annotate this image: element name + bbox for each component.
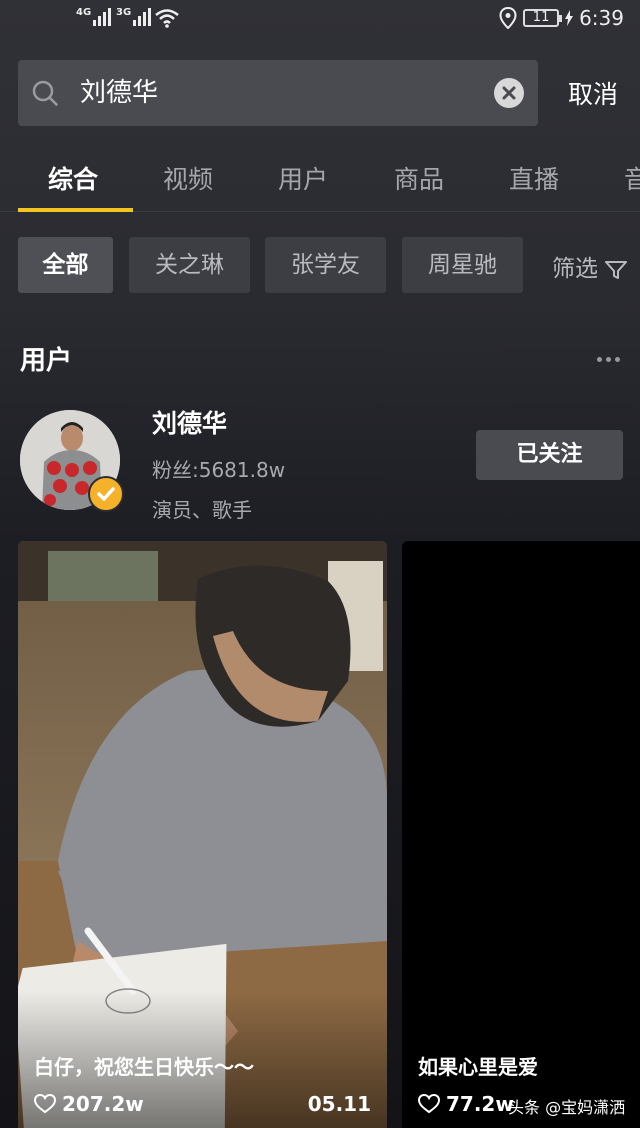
video-card[interactable]: 白仔，祝您生日快乐～～ 207.2w 05.11 (18, 541, 387, 1128)
video-likes: 207.2w (34, 1092, 144, 1116)
clock: 6:39 (579, 6, 624, 30)
signal-bars-icon (93, 6, 112, 26)
cancel-button[interactable]: 取消 (568, 75, 618, 111)
tab-products[interactable]: 商品 (394, 160, 444, 196)
tab-videos[interactable]: 视频 (163, 160, 213, 196)
signal-4g: 4G (76, 6, 112, 26)
video-thumbnail (18, 541, 387, 1128)
search-icon (32, 80, 58, 106)
video-title: 如果心里是爱 (418, 1055, 538, 1079)
heart-icon (418, 1094, 440, 1114)
signal-bars-icon (133, 6, 152, 26)
tab-live[interactable]: 直播 (509, 160, 559, 196)
chip-related-2[interactable]: 张学友 (265, 237, 386, 293)
search-query: 刘德华 (80, 78, 159, 108)
active-tab-indicator (18, 208, 133, 212)
clear-search-icon[interactable] (494, 78, 524, 108)
verified-badge-icon (88, 476, 124, 512)
more-icon[interactable] (597, 357, 620, 362)
battery-icon: 11 (523, 9, 563, 27)
result-tabs: 综合 视频 用户 商品 直播 音 (0, 150, 640, 212)
search-results-page: 4G 3G 11 6:39 刘德华 取消 综合 视频 用户 商品 直播 音 全部… (0, 0, 640, 1128)
tab-users[interactable]: 用户 (278, 160, 328, 196)
chip-related-3[interactable]: 周星驰 (402, 237, 523, 293)
video-title: 白仔，祝您生日快乐～～ (34, 1055, 254, 1079)
status-bar: 4G 3G 11 6:39 (0, 0, 640, 40)
likes-count: 77.2w (446, 1092, 514, 1116)
video-likes: 77.2w (418, 1092, 514, 1116)
video-date: 05.11 (307, 1092, 371, 1116)
chip-related-1[interactable]: 关之琳 (129, 237, 250, 293)
video-card[interactable]: 如果心里是爱 77.2w (402, 541, 640, 1128)
watermark: 头条 @宝妈潇洒 (508, 1098, 626, 1117)
wifi-icon (155, 9, 179, 28)
tab-music[interactable]: 音 (624, 160, 640, 196)
signal-3g: 3G (116, 6, 152, 26)
following-button[interactable]: 已关注 (476, 430, 623, 480)
filter-button[interactable]: 筛选 (552, 249, 628, 283)
status-right: 11 6:39 (499, 6, 624, 30)
section-title-users: 用户 (20, 346, 73, 376)
filter-funnel-icon (605, 260, 628, 279)
location-icon (499, 7, 517, 29)
tab-comprehensive[interactable]: 综合 (48, 160, 98, 196)
network-type-label: 3G (116, 7, 132, 18)
chip-all[interactable]: 全部 (18, 237, 113, 293)
heart-icon (34, 1094, 56, 1114)
user-tags: 演员、歌手 (152, 498, 252, 522)
filter-label: 筛选 (552, 256, 598, 282)
search-input[interactable]: 刘德华 (18, 60, 538, 126)
user-name[interactable]: 刘德华 (152, 404, 227, 440)
likes-count: 207.2w (62, 1092, 144, 1116)
charging-icon (565, 10, 574, 26)
user-fans-count: 粉丝:5681.8w (152, 458, 286, 482)
network-type-label: 4G (76, 7, 92, 18)
